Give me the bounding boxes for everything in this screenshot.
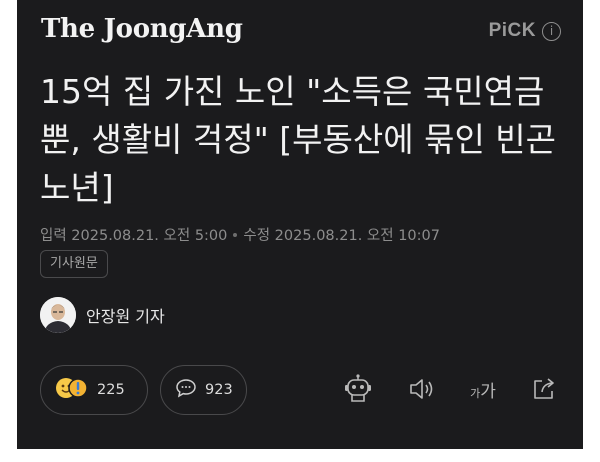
separator-dot <box>233 232 238 237</box>
published-date: 입력 2025.08.21. 오전 5:00 <box>40 228 228 244</box>
article-header-panel: The JoongAng PiCK i 15억 집 가진 노인 "소득은 국민연… <box>17 0 583 449</box>
reaction-emoji-icon <box>55 375 89 405</box>
reporter[interactable]: 안장원 기자 <box>40 297 165 333</box>
reporter-avatar[interactable] <box>40 297 76 333</box>
original-article-button[interactable]: 기사원문 <box>40 250 108 278</box>
reaction-count: 225 <box>97 382 125 398</box>
modified-date: 수정 2025.08.21. 오전 10:07 <box>243 228 440 244</box>
brand-logo[interactable]: The JoongAng <box>41 14 243 44</box>
font-size-label: 가가 <box>470 381 496 402</box>
robot-summary-icon[interactable] <box>341 372 375 406</box>
reaction-button[interactable]: 225 <box>40 365 148 415</box>
article-dates: 입력 2025.08.21. 오전 5:00 수정 2025.08.21. 오전… <box>40 224 440 245</box>
comment-button[interactable]: 923 <box>160 365 247 415</box>
reporter-name[interactable]: 안장원 기자 <box>86 303 165 327</box>
info-icon[interactable]: i <box>542 21 561 41</box>
speaker-icon[interactable] <box>404 372 438 406</box>
article-headline: 15억 집 가진 노인 "소득은 국민연금뿐, 생활비 걱정" [부동산에 묶인… <box>40 72 557 207</box>
share-icon[interactable] <box>527 372 561 406</box>
font-size-button[interactable]: 가가 <box>463 372 503 406</box>
pick-label: PiCK <box>488 20 536 41</box>
pick-badge[interactable]: PiCK i <box>489 20 561 42</box>
comment-icon <box>175 378 197 402</box>
comment-count: 923 <box>205 382 233 398</box>
